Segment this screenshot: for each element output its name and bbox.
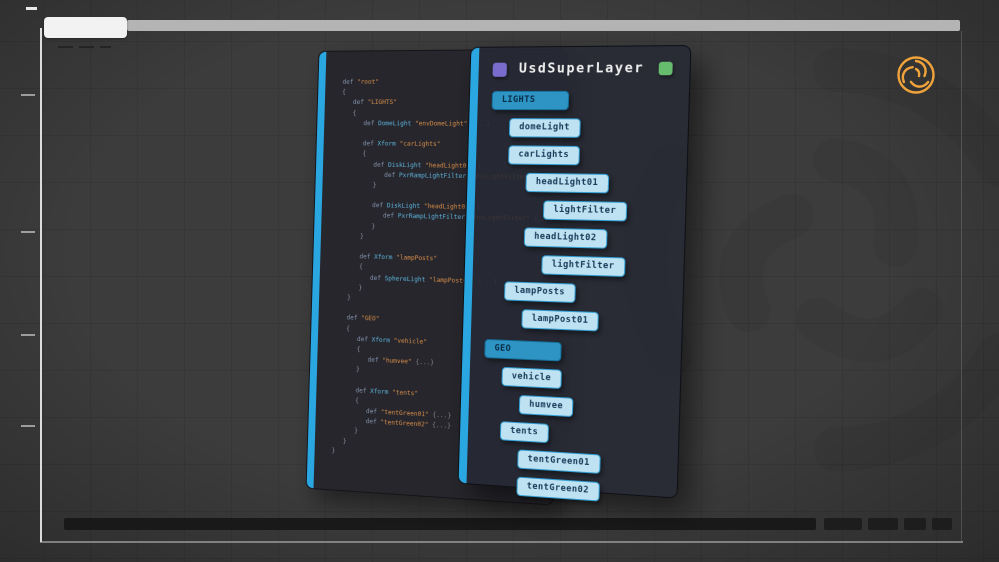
green-layer-chip-icon: [659, 62, 673, 76]
frame-right-edge: [961, 31, 962, 541]
layer-node-tentGreen02[interactable]: tentGreen02: [516, 477, 599, 502]
layer-node-lampPosts[interactable]: lampPosts: [504, 281, 576, 303]
layer-node-GEO[interactable]: GEO: [484, 339, 562, 362]
window-tab[interactable]: [44, 17, 127, 38]
ruler-tick: [21, 231, 35, 233]
layer-node-tentGreen01[interactable]: tentGreen01: [517, 449, 600, 474]
ruler-tick: [21, 334, 35, 336]
video-frame: def "root"{def "LIGHTS"{def DomeLight "e…: [0, 0, 999, 562]
timeline-segment[interactable]: [904, 518, 926, 530]
layer-tree: LIGHTS domeLight carLights headLight01 light…: [458, 85, 689, 526]
frame-bottom-edge: [40, 541, 963, 543]
frame-left-edge: [40, 28, 42, 542]
omniverse-swirl-logo-icon: [894, 53, 938, 97]
layer-node-domeLight[interactable]: domeLight: [509, 118, 581, 138]
layer-node-LIGHTS[interactable]: LIGHTS: [492, 91, 570, 110]
layer-node-lightFilter[interactable]: lightFilter: [541, 255, 625, 277]
layer-node-carLights[interactable]: carLights: [508, 145, 580, 165]
menu-dash: [100, 46, 111, 48]
usd-superlayer-panel[interactable]: UsdSuperLayer LIGHTS domeLight carLights he…: [458, 45, 692, 499]
ruler-tick: [21, 425, 35, 427]
layer-node-humvee[interactable]: humvee: [519, 395, 574, 417]
layer-panel-header: UsdSuperLayer: [470, 46, 690, 85]
layer-panel-title: UsdSuperLayer: [519, 61, 645, 77]
layer-node-headLight02[interactable]: headLight02: [524, 227, 608, 248]
layer-node-headLight01[interactable]: headLight01: [525, 173, 609, 194]
timeline-segment[interactable]: [824, 518, 862, 530]
layer-node-tents[interactable]: tents: [500, 421, 549, 443]
menu-dash: [58, 46, 73, 48]
layer-node-lampPost01[interactable]: lampPost01: [521, 309, 599, 331]
timeline-segment[interactable]: [932, 518, 952, 530]
layer-node-lightFilter[interactable]: lightFilter: [543, 200, 627, 221]
timeline-segment[interactable]: [868, 518, 898, 530]
window-top-bar: [127, 20, 960, 31]
ruler-tick: [21, 94, 35, 96]
timeline-track[interactable]: [64, 518, 816, 530]
menu-dash: [79, 46, 94, 48]
layer-node-vehicle[interactable]: vehicle: [501, 367, 561, 389]
purple-layer-chip-icon: [493, 62, 507, 76]
frame-corner-mark: [26, 7, 37, 10]
